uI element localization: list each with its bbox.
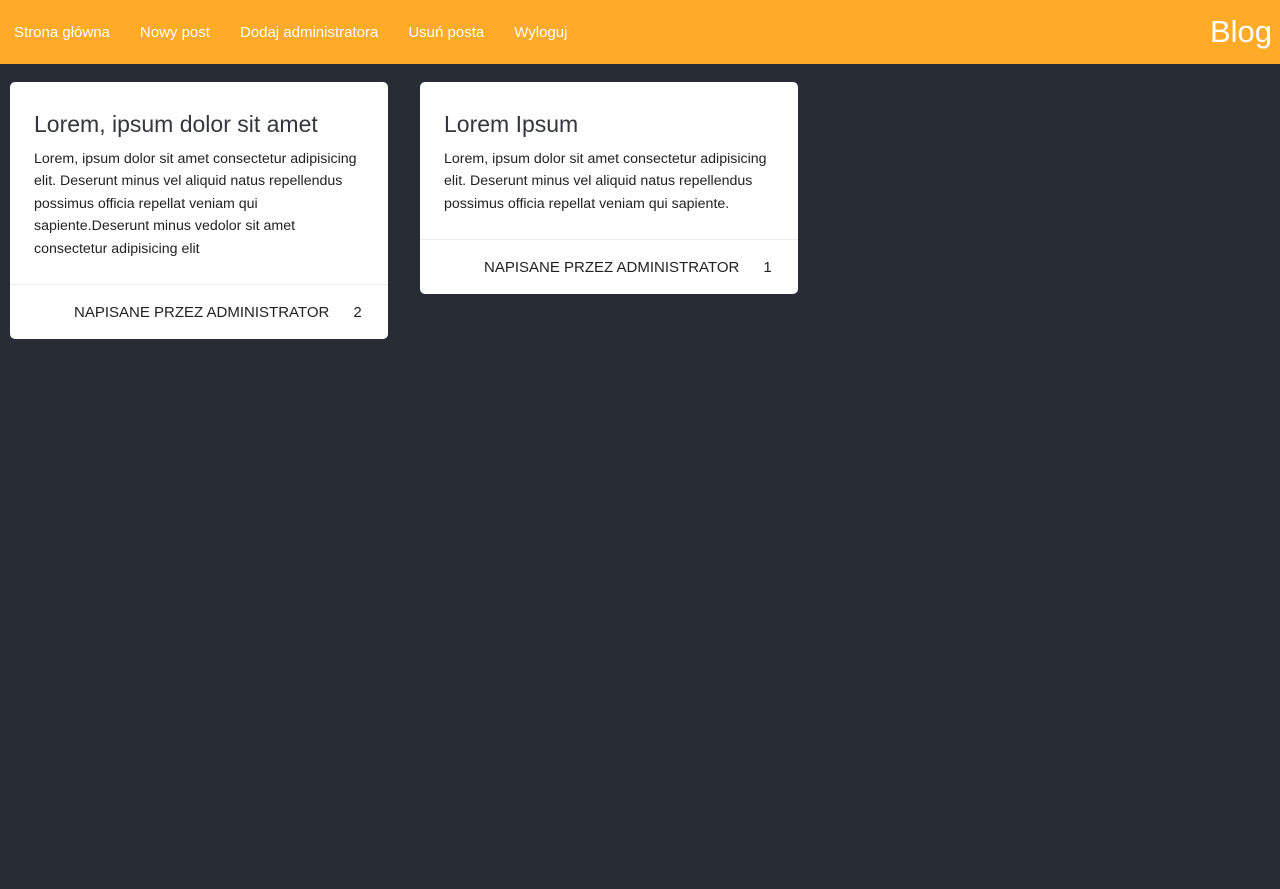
- nav-link-add-admin[interactable]: Dodaj administratora: [240, 24, 378, 41]
- post-number: 1: [763, 258, 772, 276]
- posts-list: Lorem, ipsum dolor sit amet Lorem, ipsum…: [10, 82, 830, 340]
- post-footer: NAPISANE PRZEZ ADMINISTRATOR 2: [10, 284, 388, 339]
- nav-links: Strona główna Nowy post Dodaj administra…: [0, 0, 597, 64]
- post-title: Lorem, ipsum dolor sit amet: [34, 111, 318, 137]
- nav-link-delete-post[interactable]: Usuń posta: [408, 24, 484, 41]
- post-card: Lorem Ipsum Lorem, ipsum dolor sit amet …: [420, 82, 798, 295]
- post-title: Lorem Ipsum: [444, 111, 579, 137]
- post-footer: NAPISANE PRZEZ ADMINISTRATOR 1: [420, 239, 798, 294]
- post-number: 2: [353, 303, 362, 321]
- nav-link-new-post[interactable]: Nowy post: [140, 24, 210, 41]
- post-author: NAPISANE PRZEZ ADMINISTRATOR: [484, 258, 740, 276]
- post-card-body: Lorem, ipsum dolor sit amet Lorem, ipsum…: [10, 82, 388, 284]
- nav-link-logout[interactable]: Wyloguj: [514, 24, 567, 41]
- post-body: Lorem, ipsum dolor sit amet consectetur …: [34, 151, 357, 257]
- post-card-body: Lorem Ipsum Lorem, ipsum dolor sit amet …: [420, 82, 798, 239]
- post-author: NAPISANE PRZEZ ADMINISTRATOR: [74, 303, 330, 321]
- nav-link-home[interactable]: Strona główna: [14, 24, 110, 41]
- top-navbar: Strona główna Nowy post Dodaj administra…: [0, 0, 1280, 64]
- post-body: Lorem, ipsum dolor sit amet consectetur …: [444, 151, 767, 212]
- post-card: Lorem, ipsum dolor sit amet Lorem, ipsum…: [10, 82, 388, 340]
- brand-logo[interactable]: Blog: [1210, 14, 1272, 50]
